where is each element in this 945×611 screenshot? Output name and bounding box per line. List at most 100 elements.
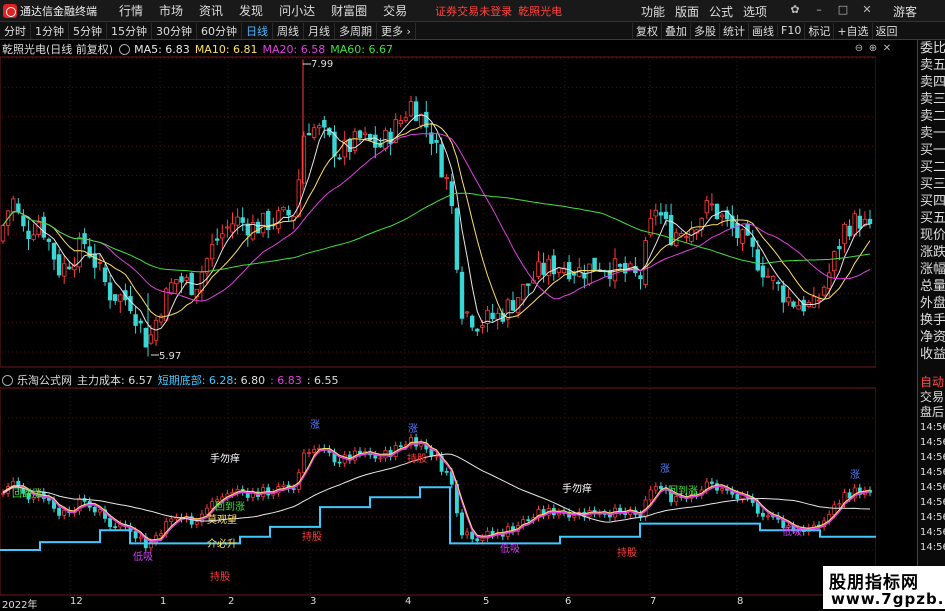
guest-user[interactable]: 游客	[893, 3, 917, 20]
minimize-icon[interactable]: –	[810, 3, 828, 17]
candle-down	[128, 296, 133, 311]
signal-label: 低吸	[500, 542, 520, 555]
period-5min[interactable]: 5分钟	[69, 22, 107, 39]
ind-candle	[159, 533, 164, 537]
period-more[interactable]: 更多 ›	[377, 22, 416, 39]
side-panel-item: 14:56	[920, 482, 945, 493]
ind-candle	[709, 481, 714, 484]
chart-grid	[0, 56, 876, 596]
candle-up	[765, 275, 771, 278]
tool-mark[interactable]: 标记	[804, 22, 833, 39]
candle-down	[214, 238, 220, 241]
tool-multistock[interactable]: 多股	[690, 22, 719, 39]
side-panel-item[interactable]: 盘后	[918, 405, 945, 420]
signal-label: 持股	[617, 546, 637, 559]
ind-candle	[648, 489, 653, 501]
tool-stats[interactable]: 统计	[719, 22, 748, 39]
signal-label: 回到涨	[12, 488, 42, 500]
indicator-gear-icon[interactable]	[2, 374, 13, 386]
tool-adjust[interactable]: 复权	[632, 22, 661, 39]
settings-gear-icon[interactable]	[119, 43, 131, 55]
tool-overlay[interactable]: 叠加	[661, 22, 690, 39]
panel-close-icon[interactable]: ✕	[880, 43, 894, 54]
menu-options[interactable]: 选项	[743, 3, 767, 20]
ma10-label: MA10: 6.81	[194, 42, 258, 56]
candle-down	[490, 312, 495, 319]
menu-market[interactable]: 市场	[159, 2, 183, 19]
candle-down	[113, 294, 118, 301]
menu-layout[interactable]: 版面	[675, 3, 699, 20]
signal-label: 莫观望	[207, 513, 237, 526]
candle-up	[362, 132, 368, 136]
tool-add-watchlist[interactable]: +自选	[833, 22, 871, 39]
panel-collapse-icon[interactable]: ⊖	[852, 43, 866, 54]
menu-function[interactable]: 功能	[641, 3, 665, 20]
candle-up	[816, 299, 822, 302]
candle-down	[847, 225, 852, 237]
panel-expand-icon[interactable]: ⊕	[866, 43, 880, 54]
candle-down	[143, 328, 148, 348]
menu-news[interactable]: 资讯	[199, 2, 223, 19]
candle-up	[704, 200, 709, 214]
tool-draw[interactable]: 画线	[748, 22, 777, 39]
period-intraday[interactable]: 分时	[0, 22, 31, 39]
ind-candle	[133, 531, 138, 539]
login-status[interactable]: 证券交易未登录	[435, 3, 512, 19]
period-1min[interactable]: 1分钟	[31, 22, 69, 39]
side-panel-item: 买一	[920, 143, 945, 158]
signal-label: 介必升	[207, 537, 237, 550]
candle-down	[582, 273, 587, 279]
skin-icon[interactable]: ✿	[786, 3, 804, 17]
period-60min[interactable]: 60分钟	[197, 22, 242, 39]
auto-tab[interactable]: 自动	[918, 375, 945, 390]
ind-candle	[434, 455, 439, 458]
candle-up	[148, 334, 154, 344]
side-panel-item: 14:56	[920, 437, 945, 448]
date-label-5: 5	[483, 596, 490, 607]
side-panel-item: 换手	[920, 313, 945, 328]
ind-candle	[658, 485, 663, 489]
kline-chart[interactable]: 持股持股持股持股低吸低吸低吸回到涨回到涨回到涨莫观望介必升手勿痒手勿痒涨 涨涨涨 …	[0, 40, 876, 596]
ind-candle	[281, 484, 286, 487]
chart-toolbar: 复权 叠加 多股 统计 画线 F10 标记 +自选 返回	[632, 22, 901, 39]
period-daily[interactable]: 日线	[242, 22, 273, 39]
candle-up	[684, 236, 689, 239]
candle-up	[225, 226, 230, 229]
candle-up	[536, 261, 541, 277]
menu-discover[interactable]: 发现	[239, 2, 263, 19]
candlesticks	[0, 59, 873, 357]
signal-label: 回到涨	[668, 485, 698, 497]
candle-down	[245, 223, 250, 236]
period-weekly[interactable]: 周线	[273, 22, 304, 39]
side-panel-item: 涨幅	[920, 262, 945, 277]
menu-ask[interactable]: 问小达	[279, 2, 315, 19]
candle-up	[495, 312, 500, 320]
candle-down	[67, 266, 72, 270]
menu-quotes[interactable]: 行情	[119, 2, 143, 19]
candle-down	[357, 130, 363, 138]
menu-trade[interactable]: 交易	[383, 2, 407, 19]
ind-candle	[480, 537, 485, 541]
signal-label: 涨	[310, 419, 320, 431]
candle-down	[776, 281, 781, 284]
period-30min[interactable]: 30分钟	[152, 22, 197, 39]
tool-f10[interactable]: F10	[777, 24, 804, 37]
ind-candle	[92, 506, 97, 513]
period-multi[interactable]: 多周期	[335, 22, 377, 39]
ma5-label: MA5: 6.83	[134, 42, 190, 56]
ind-candle	[169, 518, 174, 523]
close-icon[interactable]: ✕	[858, 3, 876, 17]
menu-formula[interactable]: 公式	[709, 3, 733, 20]
ind-candle	[460, 512, 464, 536]
maximize-icon[interactable]: □	[834, 3, 852, 17]
tool-back[interactable]: 返回	[871, 22, 901, 39]
side-panel-item[interactable]: 交易	[918, 390, 945, 405]
ind-candle	[398, 445, 403, 447]
side-panel-separator	[918, 363, 945, 375]
period-monthly[interactable]: 月线	[304, 22, 335, 39]
ind-candle	[312, 448, 317, 453]
candle-up	[281, 206, 286, 211]
app-title: 通达信金融终端	[20, 4, 97, 18]
period-15min[interactable]: 15分钟	[107, 22, 152, 39]
menu-wealth[interactable]: 财富圈	[331, 2, 367, 19]
